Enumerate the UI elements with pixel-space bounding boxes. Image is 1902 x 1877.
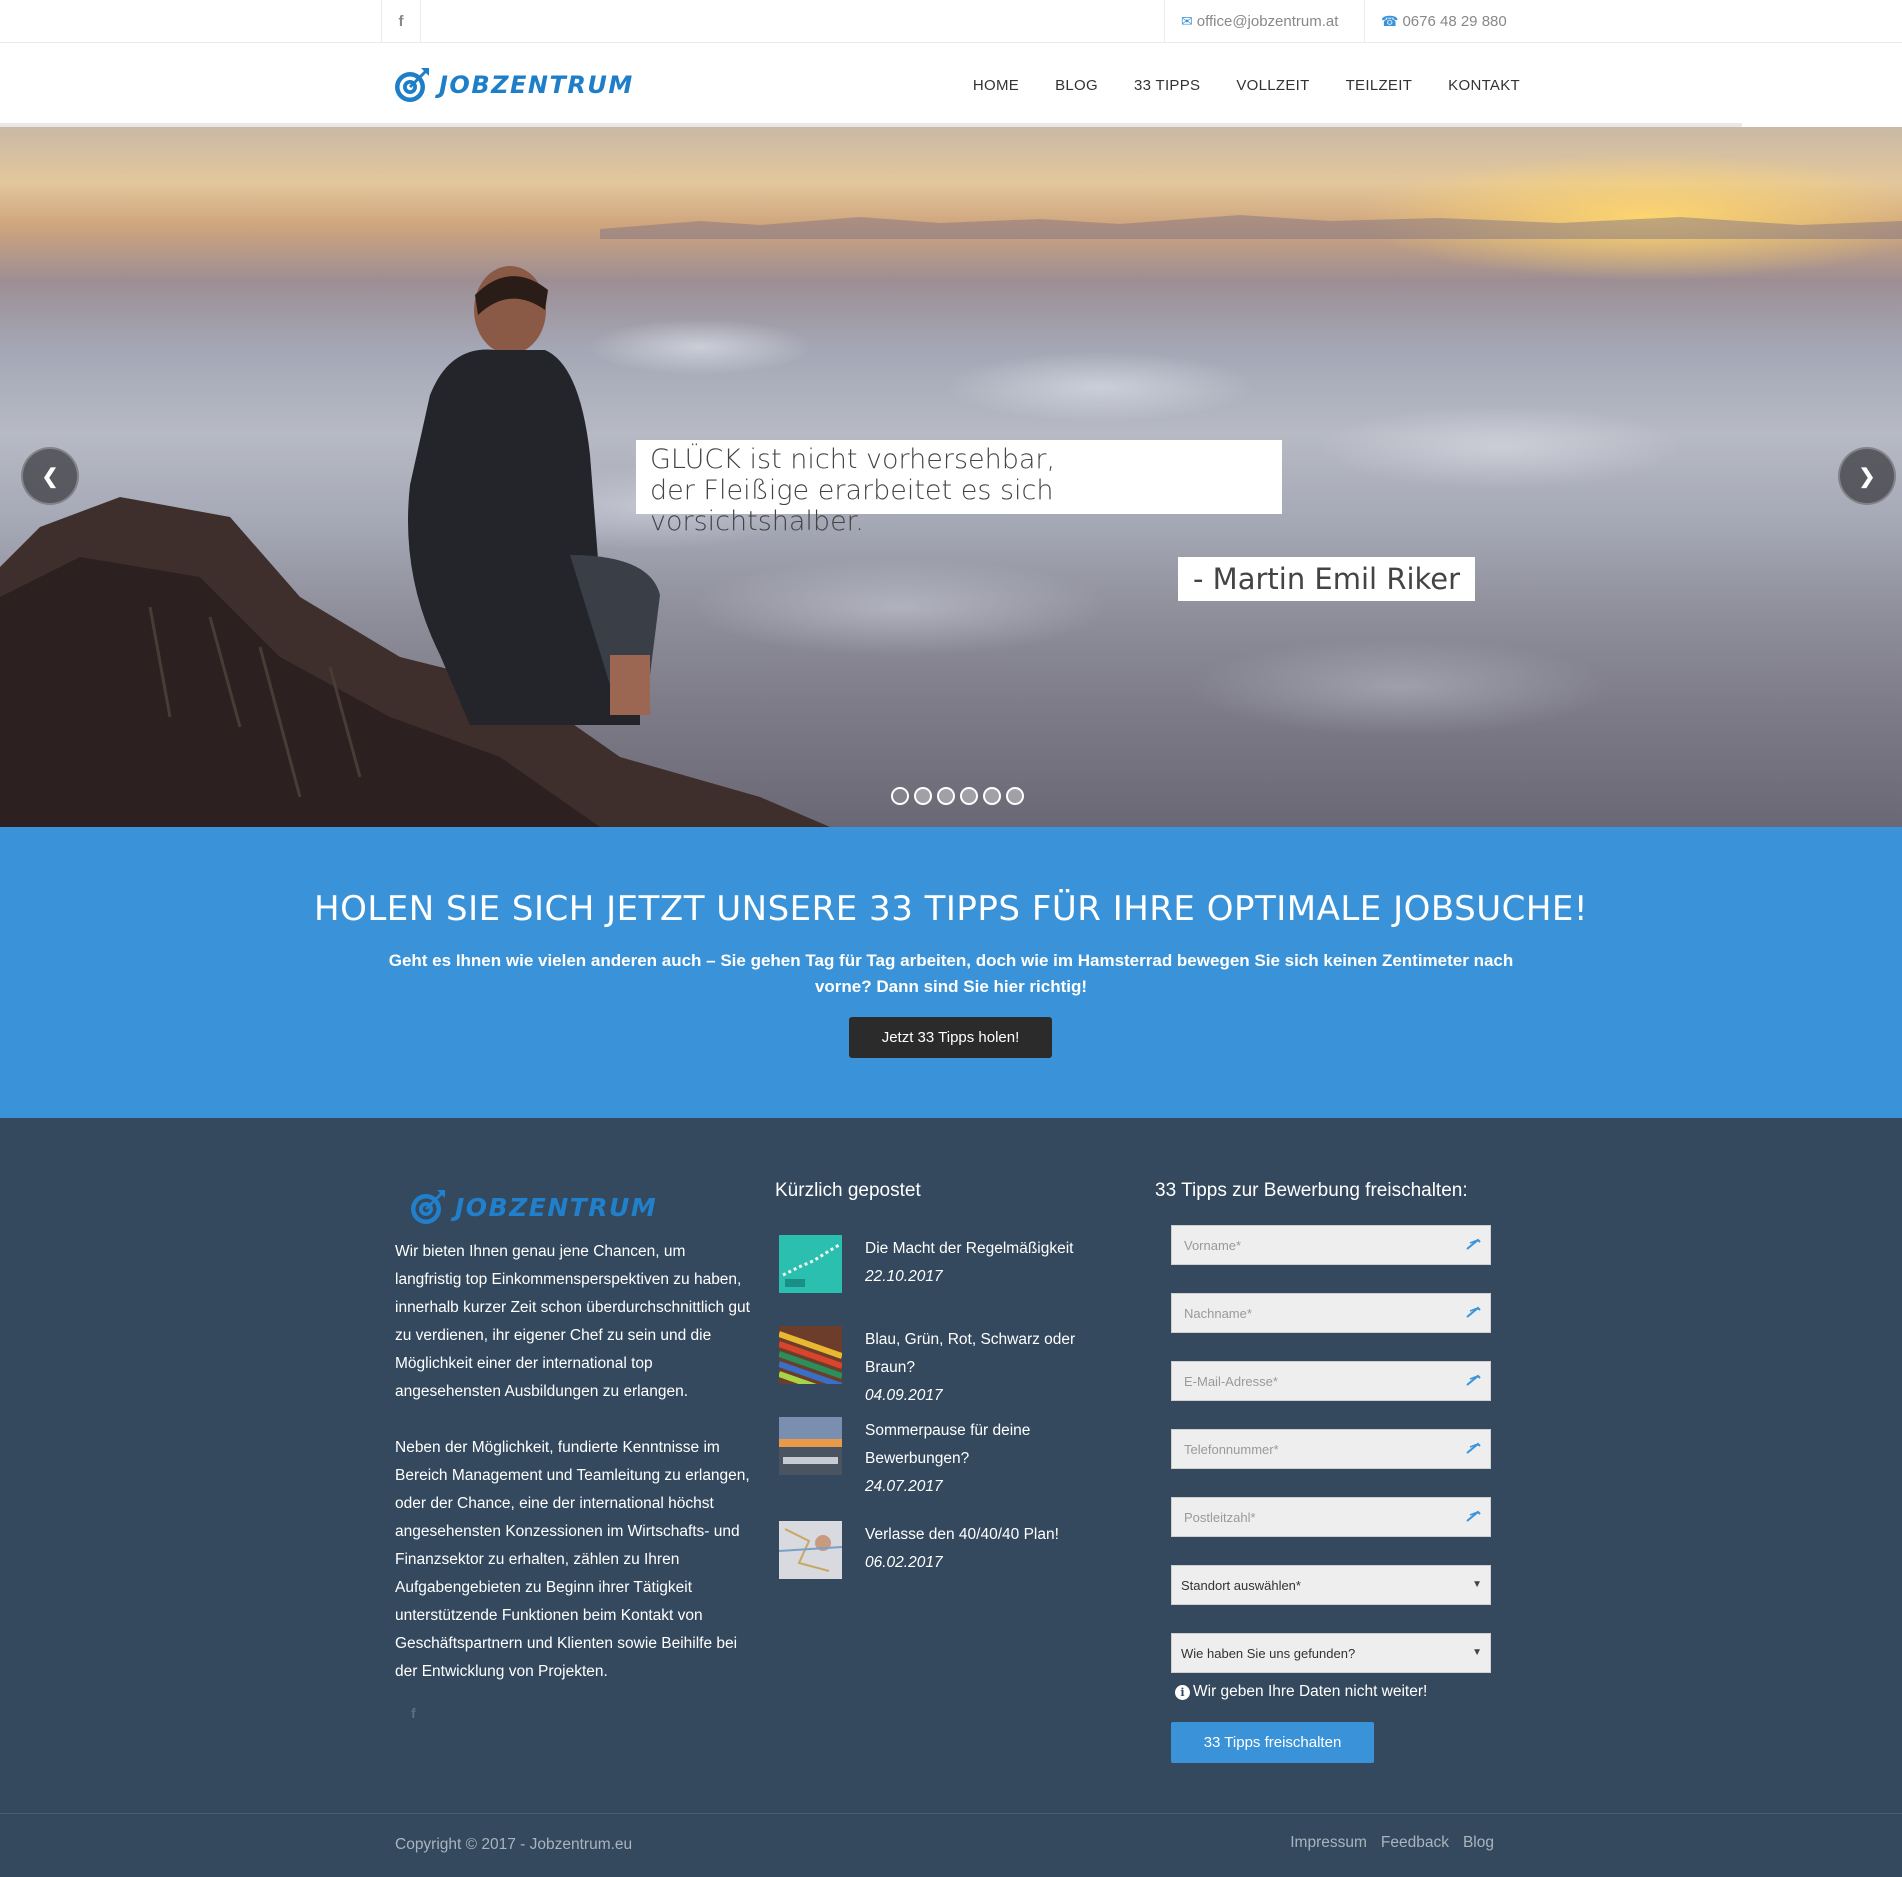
plz-field [1171, 1497, 1491, 1537]
post-thumbnail [779, 1326, 842, 1384]
slider-dot[interactable] [1006, 787, 1024, 805]
envelope-icon: ✉ [1181, 13, 1193, 29]
post-date: 06.02.2017 [865, 1554, 943, 1571]
caret-down-icon: ▼ [1472, 1647, 1482, 1658]
email-field [1171, 1361, 1491, 1401]
privacy-note: i Wir geben Ihre Daten nicht weiter! [1175, 1683, 1427, 1701]
about-paragraph-2: Neben der Möglichkeit, fundierte Kenntni… [395, 1439, 750, 1680]
nachname-field [1171, 1293, 1491, 1333]
pen-icon [1466, 1510, 1481, 1522]
info-icon: i [1175, 1684, 1190, 1700]
email-text: office@jobzentrum.at [1196, 13, 1339, 30]
standort-select-value: Standort auswählen* [1181, 1577, 1301, 1593]
hero-person [408, 266, 660, 725]
post-thumbnail [779, 1521, 842, 1579]
hero-mountains [600, 215, 1902, 239]
facebook-icon[interactable]: f [381, 0, 421, 43]
standort-select[interactable]: Standort auswählen* ▼ [1171, 1565, 1491, 1605]
post-date: 24.07.2017 [865, 1478, 943, 1495]
pen-icon [1466, 1374, 1481, 1386]
copyright-text: Copyright © 2017 - Jobzentrum.eu [395, 1836, 633, 1853]
hero-quote-author: - Martin Emil Riker [1178, 557, 1476, 601]
post-title[interactable]: Die Macht der Regelmäßigkeit [865, 1235, 1125, 1263]
form-title: 33 Tipps zur Bewerbung freischalten: [1155, 1180, 1468, 1201]
recent-post[interactable]: Blau, Grün, Rot, Schwarz oder Braun? 04.… [779, 1326, 1125, 1410]
phone-icon: ☎ [1381, 13, 1399, 29]
vorname-field [1171, 1225, 1491, 1265]
cta-heading: HOLEN SIE SICH JETZT UNSERE 33 TIPPS FÜR… [314, 889, 1588, 929]
nav-kontakt[interactable]: KONTAKT [1448, 77, 1520, 94]
footer-about: Wir bieten Ihnen genau jene Chancen, um … [395, 1238, 755, 1714]
pen-icon [1466, 1306, 1481, 1318]
quote-line-2: der Fleißige erarbeitet es sich vorsicht… [650, 475, 1054, 537]
plz-input[interactable] [1172, 1498, 1490, 1536]
hero-quote: GLÜCK ist nicht vorhersehbar, der Fleißi… [636, 440, 1282, 537]
footer-logo[interactable]: JOBZENTRUM [409, 1188, 657, 1226]
about-paragraph-1: Wir bieten Ihnen genau jene Chancen, um … [395, 1243, 750, 1400]
target-logo-icon [411, 1190, 445, 1224]
nachname-input[interactable] [1172, 1294, 1490, 1332]
email-input[interactable] [1172, 1362, 1490, 1400]
feedback-link[interactable]: Feedback [1381, 1834, 1449, 1852]
site-header: JOBZENTRUM HOME BLOG 33 TIPPS VOLLZEIT T… [0, 43, 1902, 127]
slider-dot[interactable] [983, 787, 1001, 805]
slider-dots [891, 787, 1024, 805]
impressum-link[interactable]: Impressum [1290, 1834, 1367, 1852]
recent-post[interactable]: Verlasse den 40/40/40 Plan! 06.02.2017 [779, 1521, 1125, 1579]
blog-link[interactable]: Blog [1463, 1834, 1494, 1852]
footer-facebook-icon[interactable]: f [411, 1705, 416, 1721]
post-date: 04.09.2017 [865, 1387, 943, 1404]
slider-dot[interactable] [937, 787, 955, 805]
slider-dot[interactable] [891, 787, 909, 805]
vorname-input[interactable] [1172, 1226, 1490, 1264]
telefon-field [1171, 1429, 1491, 1469]
quote-author-text: - Martin Emil Riker [1193, 562, 1461, 596]
gefunden-select[interactable]: Wie haben Sie uns gefunden? ▼ [1171, 1633, 1491, 1673]
caret-down-icon: ▼ [1472, 1579, 1482, 1590]
phone-text: 0676 48 29 880 [1402, 13, 1507, 30]
target-logo-icon [395, 68, 429, 102]
recent-post[interactable]: Die Macht der Regelmäßigkeit 22.10.2017 [779, 1235, 1125, 1293]
post-thumbnail [779, 1235, 842, 1293]
chevron-left-icon: ❮ [41, 465, 59, 488]
bottom-bar: Copyright © 2017 - Jobzentrum.eu Impress… [0, 1813, 1902, 1877]
pen-icon [1466, 1442, 1481, 1454]
bottom-links: Impressum Feedback Blog [1290, 1834, 1494, 1852]
post-date: 22.10.2017 [865, 1268, 943, 1285]
post-title[interactable]: Verlasse den 40/40/40 Plan! [865, 1521, 1125, 1549]
post-title[interactable]: Blau, Grün, Rot, Schwarz oder Braun? [865, 1326, 1125, 1382]
slider-next-button[interactable]: ❯ [1838, 447, 1896, 505]
chevron-right-icon: ❯ [1858, 465, 1876, 488]
pen-icon [1466, 1238, 1481, 1250]
main-nav: HOME BLOG 33 TIPPS VOLLZEIT TEILZEIT KON… [937, 43, 1520, 127]
quote-line-1: GLÜCK ist nicht vorhersehbar, [650, 444, 1056, 475]
nav-33-tipps[interactable]: 33 TIPPS [1134, 77, 1200, 94]
gefunden-select-value: Wie haben Sie uns gefunden? [1181, 1645, 1356, 1661]
nav-teilzeit[interactable]: TEILZEIT [1346, 77, 1413, 94]
cta-button[interactable]: Jetzt 33 Tipps holen! [849, 1017, 1052, 1058]
recent-posts-title: Kürzlich gepostet [775, 1180, 921, 1201]
nav-home[interactable]: HOME [973, 77, 1019, 94]
hero-slider: GLÜCK ist nicht vorhersehbar, der Fleißi… [0, 127, 1902, 827]
slider-dot[interactable] [914, 787, 932, 805]
footer-logo-text: JOBZENTRUM [455, 1192, 658, 1222]
post-title[interactable]: Sommerpause für deine Bewerbungen? [865, 1417, 1125, 1473]
nav-blog[interactable]: BLOG [1055, 77, 1098, 94]
logo-text: JOBZENTRUM [439, 71, 634, 99]
telefon-input[interactable] [1172, 1430, 1490, 1468]
recent-post[interactable]: Sommerpause für deine Bewerbungen? 24.07… [779, 1417, 1125, 1501]
top-bar: f ✉ office@jobzentrum.at ☎ 0676 48 29 88… [0, 0, 1902, 43]
footer: JOBZENTRUM Wir bieten Ihnen genau jene C… [0, 1118, 1902, 1814]
post-thumbnail [779, 1417, 842, 1475]
slider-dot[interactable] [960, 787, 978, 805]
slider-prev-button[interactable]: ❮ [21, 447, 79, 505]
site-logo[interactable]: JOBZENTRUM [393, 66, 634, 104]
phone-link[interactable]: ☎ 0676 48 29 880 [1364, 0, 1524, 43]
nav-vollzeit[interactable]: VOLLZEIT [1236, 77, 1309, 94]
cta-section: HOLEN SIE SICH JETZT UNSERE 33 TIPPS FÜR… [0, 827, 1902, 1118]
email-link[interactable]: ✉ office@jobzentrum.at [1164, 0, 1364, 43]
cta-text: Geht es Ihnen wie vielen anderen auch – … [388, 951, 1514, 996]
submit-button[interactable]: 33 Tipps freischalten [1171, 1722, 1374, 1763]
privacy-text: Wir geben Ihre Daten nicht weiter! [1193, 1683, 1428, 1700]
